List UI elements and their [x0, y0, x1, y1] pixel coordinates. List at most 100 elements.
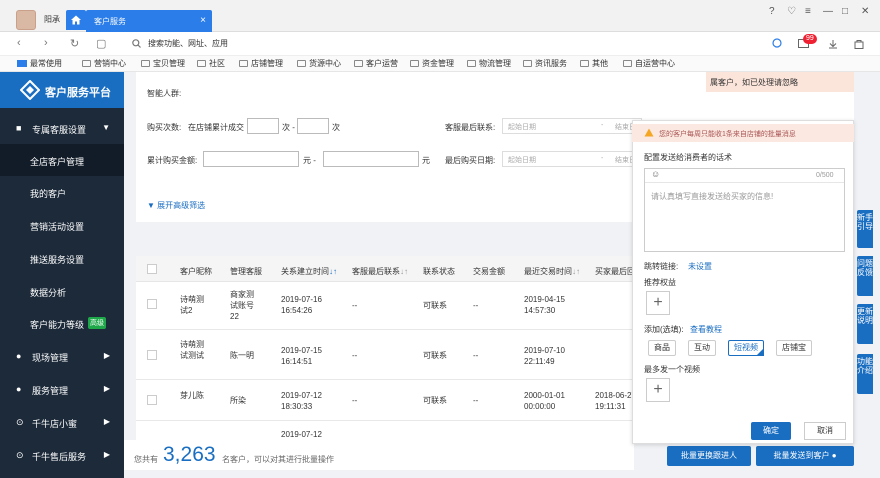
row-checkbox[interactable] [147, 395, 157, 405]
jump-link[interactable]: 未设置 [688, 261, 712, 272]
sidebar-item-my-customers[interactable]: 我的客户 [0, 176, 124, 208]
folder-icon [410, 60, 419, 67]
expand-filter-link[interactable]: ▼ 展开高级筛选 [147, 200, 205, 211]
level-badge: 高级 [88, 317, 106, 329]
bookmark-frequent[interactable]: 最常使用 [17, 58, 62, 69]
skin-icon[interactable]: ♡ [787, 6, 796, 17]
amount-min-input[interactable] [203, 151, 299, 167]
screenshot-icon[interactable]: ▢ [96, 37, 106, 50]
folder-icon [467, 60, 476, 67]
chevron-right-icon: ▶ [103, 450, 110, 459]
cell-nickname: 芽儿陈 [180, 391, 204, 400]
cell-created: 2019-07-12 [281, 430, 322, 439]
search-input[interactable]: 搜索功能、网址、应用 [148, 38, 228, 49]
confirm-button[interactable]: 确定 [751, 422, 791, 440]
sidebar-item-push[interactable]: 推送服务设置 [0, 242, 124, 274]
download-icon[interactable] [828, 39, 838, 49]
char-count: 0/500 [816, 172, 834, 179]
bookmark-item[interactable]: 客户运营 [354, 58, 398, 69]
cell-status: 可联系 [423, 396, 447, 405]
tag-shop-button[interactable]: 店铺宝 [776, 340, 812, 356]
bookmark-item[interactable]: 货源中心 [297, 58, 341, 69]
close-window-icon[interactable]: ✕ [861, 6, 869, 17]
person-icon: ■ [16, 123, 22, 133]
top-notice: 属客户，如已处理请忽略 [706, 72, 854, 92]
home-button[interactable] [66, 10, 86, 30]
tag-product-button[interactable]: 商品 [648, 340, 676, 356]
row-checkbox[interactable] [147, 299, 157, 309]
add-benefit-button[interactable]: + [646, 291, 670, 315]
sidebar-group-bot[interactable]: ⊙ 千牛店小蜜 ▶ [0, 406, 124, 438]
cell-status: 可联系 [423, 351, 447, 360]
cell-nickname: 诗萌测 试测试 [180, 340, 204, 360]
close-icon[interactable]: × [200, 15, 206, 26]
sidebar-group-service[interactable]: ● 服务管理 ▶ [0, 373, 124, 405]
bookmark-item[interactable]: 店铺管理 [239, 58, 283, 69]
location-icon: ● [16, 351, 22, 361]
bookmark-item[interactable]: 自运营中心 [623, 58, 675, 69]
last-contact-date-range[interactable]: 起始日期 - 结束日 [502, 118, 642, 134]
tag-video-button[interactable]: 短视频 [728, 340, 764, 356]
bookmark-item[interactable]: 资讯服务 [523, 58, 567, 69]
side-tab-feedback[interactable]: 问题反馈 [857, 256, 873, 296]
row-checkbox[interactable] [147, 350, 157, 360]
buy-count-max-input[interactable] [297, 118, 329, 134]
cancel-button[interactable]: 取消 [804, 422, 846, 440]
maximize-icon[interactable]: □ [842, 6, 848, 17]
last-buy-date-range[interactable]: 起始日期 - 结束日 [502, 151, 642, 167]
help-icon[interactable]: ? [769, 6, 775, 17]
bookmark-item[interactable]: 资金管理 [410, 58, 454, 69]
minimize-icon[interactable]: — [823, 6, 833, 17]
sync-icon[interactable] [772, 38, 782, 48]
select-all-checkbox[interactable] [147, 264, 157, 274]
chevron-right-icon: ▶ [103, 384, 110, 393]
folder-icon [580, 60, 589, 67]
sidebar-item-analytics[interactable]: 数据分析 [0, 275, 124, 307]
bookmark-item[interactable]: 社区 [197, 58, 225, 69]
add-video-button[interactable]: + [646, 378, 670, 402]
sidebar-group-aftersale[interactable]: ⊙ 千牛售后服务 ▶ [0, 439, 124, 471]
tab-customer-service[interactable]: 客户服务 × [86, 10, 212, 32]
menu-icon[interactable]: ≡ [805, 6, 811, 17]
side-tab-guide[interactable]: 新手引导 [857, 210, 873, 248]
info-icon: ● [831, 451, 837, 460]
sidebar-group-exclusive[interactable]: ■ 专属客服设置 ▼ [0, 112, 124, 144]
col-last-trade[interactable]: 最近交易时间↓↑ [524, 266, 580, 277]
batch-send-button[interactable]: 批量发送到客户 ● [756, 446, 854, 466]
col-last-contact[interactable]: 客服最后联系↓↑ [352, 266, 408, 277]
unit-times: 次 [332, 123, 340, 132]
folder-icon [354, 60, 363, 67]
col-created[interactable]: 关系建立时间↓↑ [281, 266, 337, 277]
sidebar-item-all-customers[interactable]: 全店客户管理 [0, 144, 124, 176]
cell-last-trade: 2019-04-15 14:57:30 [524, 295, 565, 315]
batch-change-agent-button[interactable]: 批量更换跟进人 [667, 446, 751, 466]
back-icon[interactable]: ‹ [17, 37, 21, 49]
bookmark-item[interactable]: 其他 [580, 58, 608, 69]
side-tab-features[interactable]: 功能介绍 [857, 354, 873, 394]
tag-interact-button[interactable]: 互动 [688, 340, 716, 356]
bookmark-item[interactable]: 宝贝管理 [141, 58, 185, 69]
sidebar-item-capability[interactable]: 客户能力等级 高级 [0, 307, 124, 339]
footer-suffix: 名客户，可以对其进行批量操作 [222, 455, 334, 464]
side-tab-changelog[interactable]: 更新说明 [857, 304, 873, 344]
bookmark-item[interactable]: 营销中心 [82, 58, 126, 69]
folder-icon [239, 60, 248, 67]
emoji-icon[interactable]: ☺ [651, 169, 660, 179]
bookmark-item[interactable]: 物流管理 [467, 58, 511, 69]
folder-icon [623, 60, 632, 67]
platform-title: 客户服务平台 [45, 87, 111, 99]
amount-max-input[interactable] [323, 151, 419, 167]
row-divider [136, 420, 636, 421]
folder-icon [523, 60, 532, 67]
sidebar-group-onsite[interactable]: ● 现场管理 ▶ [0, 340, 124, 372]
bag-icon[interactable] [854, 39, 864, 49]
refresh-icon[interactable]: ↻ [70, 37, 79, 50]
bell-icon: ● [16, 384, 22, 394]
tutorial-link[interactable]: 查看教程 [690, 324, 722, 335]
forward-icon[interactable]: › [44, 37, 48, 49]
sidebar-item-marketing[interactable]: 营销活动设置 [0, 209, 124, 241]
buy-count-min-input[interactable] [247, 118, 279, 134]
avatar[interactable] [16, 10, 36, 30]
bot-icon: ⊙ [16, 417, 24, 427]
tab-label: 客户服务 [94, 17, 126, 26]
